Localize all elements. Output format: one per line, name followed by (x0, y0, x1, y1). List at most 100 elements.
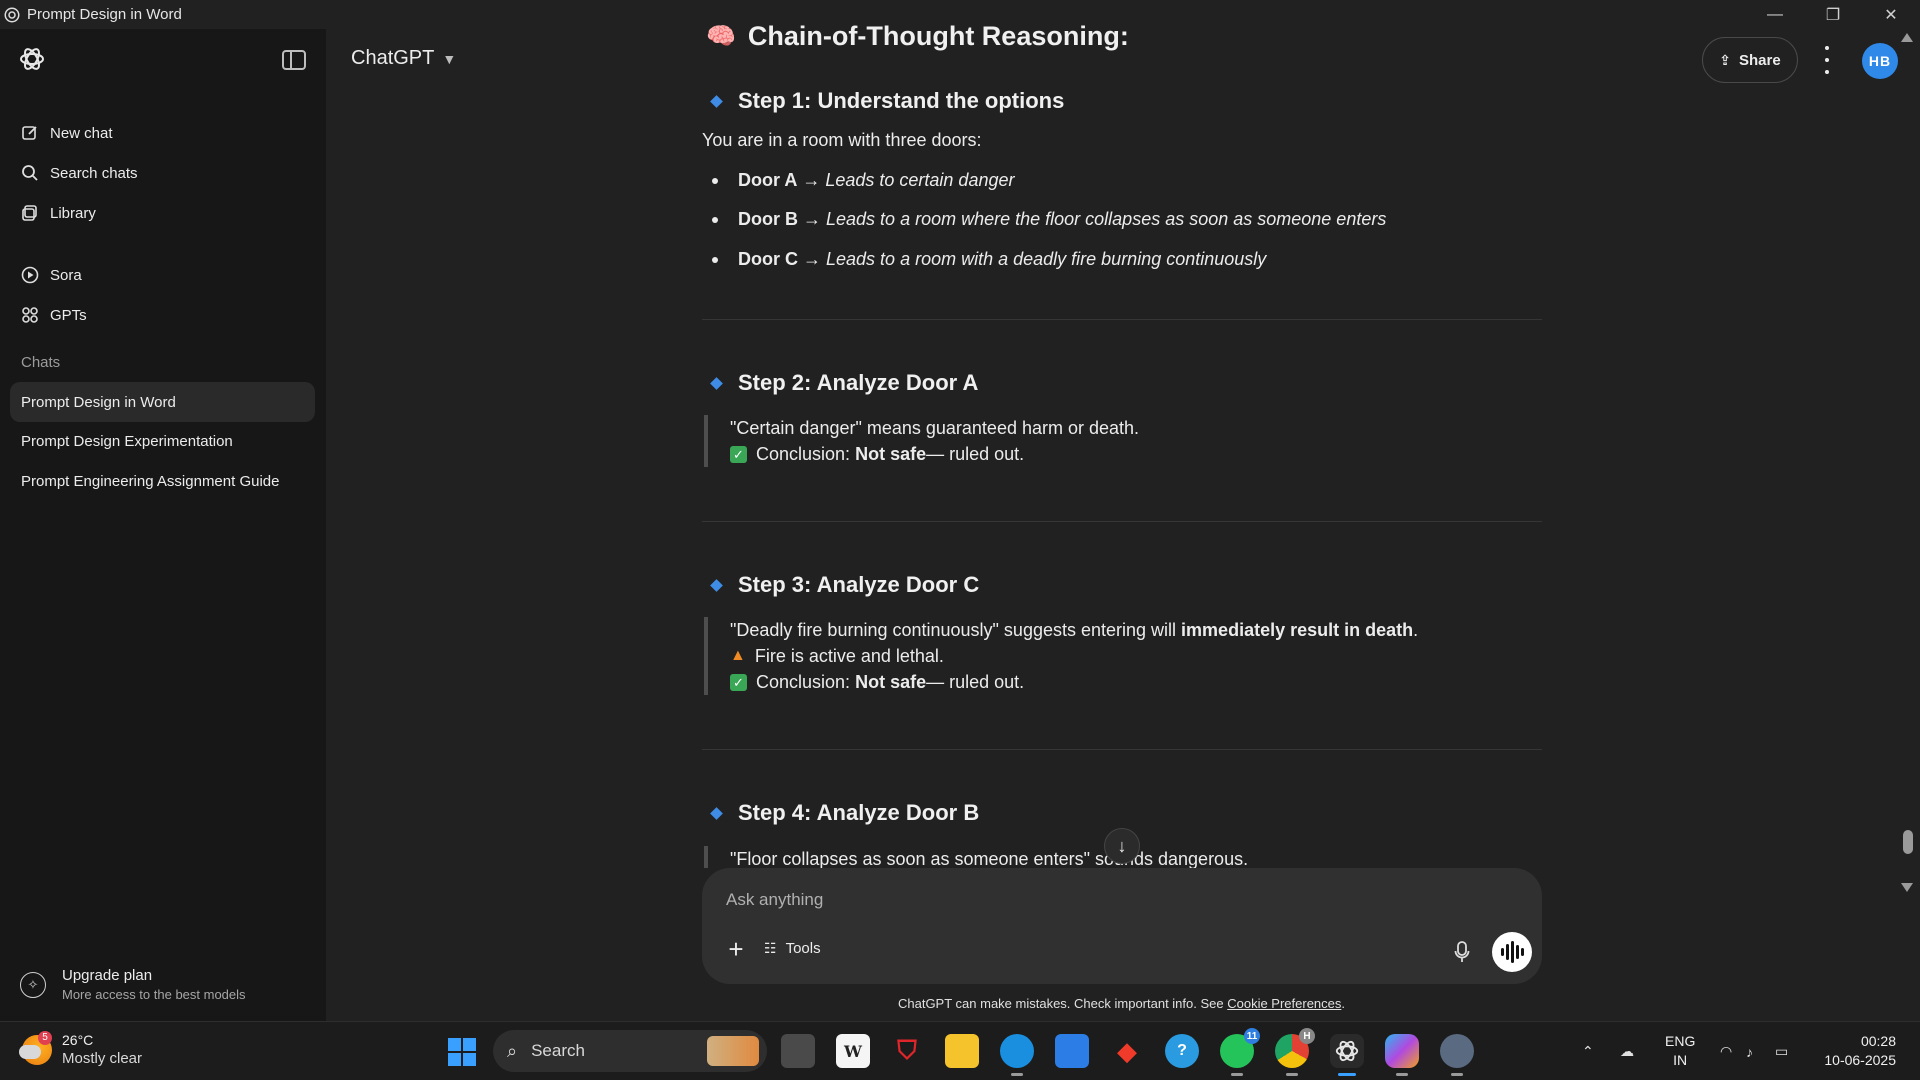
clock-date: 10-06-2025 (1824, 1052, 1896, 1068)
conclusion-bold: Not safe (855, 672, 927, 692)
bullet-dot (712, 216, 718, 223)
scroll-up-arrow-icon[interactable] (1901, 33, 1913, 42)
diamond-bullet-icon (710, 94, 723, 108)
share-icon: ⇪ (1719, 51, 1732, 68)
divider (702, 319, 1542, 320)
taskbar-search-label: Search (531, 1041, 585, 1060)
disclaimer-text: ChatGPT can make mistakes. Check importa… (897, 996, 1228, 1011)
arrow-down-icon: ↓ (1117, 835, 1127, 856)
show-hidden-icons-chevron-icon[interactable]: ⌃ (1582, 1022, 1594, 1080)
battery-icon[interactable]: ▭ (1775, 1022, 1788, 1080)
model-selector[interactable]: ChatGPT ▼ (351, 47, 456, 70)
composer: Ask anything + ☷ Tools (702, 868, 1542, 984)
diamond-bullet-icon (710, 578, 723, 592)
model-name: ChatGPT (351, 47, 435, 69)
diamond-bullet-icon (710, 376, 723, 390)
quote-line: "Floor collapses as soon as someone ente… (730, 849, 1249, 868)
chevron-down-icon: ▼ (442, 50, 457, 67)
share-button[interactable]: ⇪ Share (1702, 37, 1798, 83)
line-tail: . (1413, 620, 1419, 640)
check-icon: ✓ (730, 673, 747, 691)
mcafee-app-icon[interactable]: ⛉ (890, 1034, 924, 1068)
prompt-input[interactable]: Ask anything (726, 890, 823, 910)
start-button[interactable] (448, 1038, 476, 1066)
quote-line: "Certain danger" means guaranteed harm o… (730, 418, 1140, 438)
divider (702, 749, 1542, 750)
scrollbar-thumb[interactable] (1903, 830, 1913, 854)
step-title: Step 4: Analyze Door B (738, 800, 980, 825)
voice-mode-button[interactable] (1492, 932, 1532, 972)
file-explorer-icon[interactable] (945, 1034, 979, 1068)
more-options-icon[interactable] (1820, 46, 1834, 74)
volume-icon[interactable]: ♪ (1746, 1022, 1753, 1080)
weather-temp: 26°C (62, 1032, 94, 1048)
anydesk-app-icon[interactable]: ◆ (1110, 1034, 1144, 1068)
weather-desc: Mostly clear (62, 1050, 143, 1067)
whatsapp-app-icon[interactable]: 11 (1220, 1028, 1260, 1076)
intro-paragraph: You are in a room with three doors: (702, 130, 982, 150)
language-top: ENG (1665, 1033, 1696, 1049)
language-bottom: IN (1673, 1052, 1688, 1068)
arrow: → (797, 170, 826, 190)
conclusion-label: Conclusion: (756, 444, 851, 464)
list-item: Door C → Leads to a room with a deadly f… (712, 249, 1266, 270)
wikipedia-app-icon[interactable]: W (836, 1034, 870, 1068)
check-icon: ✓ (730, 445, 747, 463)
avatar[interactable]: HB (1862, 43, 1898, 79)
clock-time: 00:28 (1860, 1033, 1896, 1049)
tools-button[interactable]: ☷ Tools (764, 940, 821, 957)
step-2-heading: Step 2: Analyze Door A (710, 370, 978, 396)
line-bold: immediately result in death (1181, 620, 1414, 640)
door-name: Door B (738, 209, 798, 229)
step-title: Step 1: Understand the options (738, 88, 1065, 113)
plus-icon[interactable]: + (724, 934, 748, 964)
scroll-to-bottom-button[interactable]: ↓ (1104, 828, 1140, 864)
bullet-dot (712, 256, 718, 263)
blockquote: "Certain danger" means guaranteed harm o… (704, 415, 1139, 467)
language-indicator[interactable]: ENG IN (1665, 1032, 1695, 1070)
taskbar-search[interactable]: ⌕ Search (493, 1030, 767, 1072)
fire-icon: ▲ (730, 647, 746, 664)
task-view-icon[interactable] (781, 1034, 815, 1068)
step-title: Step 3: Analyze Door C (738, 572, 980, 597)
conversation-area: 🧠 Chain-of-Thought Reasoning: Step 1: Un… (0, 0, 1920, 868)
chatgpt-app-icon[interactable] (1330, 1034, 1364, 1076)
quote-line: ▲ Fire is active and lethal. (730, 643, 1418, 669)
search-icon: ⌕ (507, 1040, 518, 1061)
bullet-dot (712, 177, 718, 184)
upgrade-title: Upgrade plan (62, 967, 153, 984)
line-text: Fire is active and lethal. (754, 646, 944, 666)
line-text: "Deadly fire burning continuously" sugge… (730, 620, 1177, 640)
help-app-icon[interactable]: ? (1165, 1034, 1199, 1068)
weather-widget[interactable]: 5 26°C Mostly clear (19, 1030, 143, 1067)
heading-text: Chain-of-Thought Reasoning: (747, 21, 1129, 51)
clock[interactable]: 00:28 10-06-2025 (1818, 1032, 1896, 1070)
copilot-app-icon[interactable] (1385, 1034, 1419, 1076)
conclusion-bold: Not safe (855, 444, 927, 464)
settings-gear-icon[interactable] (1440, 1034, 1474, 1076)
share-label: Share (1739, 51, 1781, 69)
conclusion-tail: — ruled out. (926, 672, 1025, 692)
message-heading: 🧠 Chain-of-Thought Reasoning: (706, 21, 1129, 52)
quote-line: "Deadly fire burning continuously" sugge… (730, 617, 1418, 643)
door-name: Door A (738, 170, 798, 190)
cookie-preferences-link[interactable]: Cookie Preferences (1227, 996, 1341, 1011)
divider (702, 521, 1542, 522)
chrome-browser-icon[interactable]: H (1275, 1028, 1315, 1076)
scroll-down-arrow-icon[interactable] (1901, 883, 1913, 892)
blockquote: "Deadly fire burning continuously" sugge… (704, 617, 1418, 695)
disclaimer-end: . (1341, 996, 1346, 1011)
step-3-heading: Step 3: Analyze Door C (710, 572, 979, 598)
search-highlight-image (707, 1036, 759, 1066)
chrome-profile-badge: H (1299, 1028, 1315, 1044)
microsoft-store-icon[interactable] (1055, 1034, 1089, 1068)
step-title: Step 2: Analyze Door A (738, 370, 979, 395)
door-desc: Leads to certain danger (825, 170, 1015, 190)
microphone-icon[interactable] (1454, 941, 1470, 963)
edge-browser-icon[interactable] (1000, 1034, 1034, 1076)
conclusion-tail: — ruled out. (926, 444, 1025, 464)
wifi-icon[interactable]: ◠ (1720, 1022, 1732, 1080)
list-item: Door B → Leads to a room where the floor… (712, 209, 1386, 230)
onedrive-icon[interactable]: ☁ (1620, 1022, 1634, 1080)
diamond-bullet-icon (710, 806, 723, 820)
